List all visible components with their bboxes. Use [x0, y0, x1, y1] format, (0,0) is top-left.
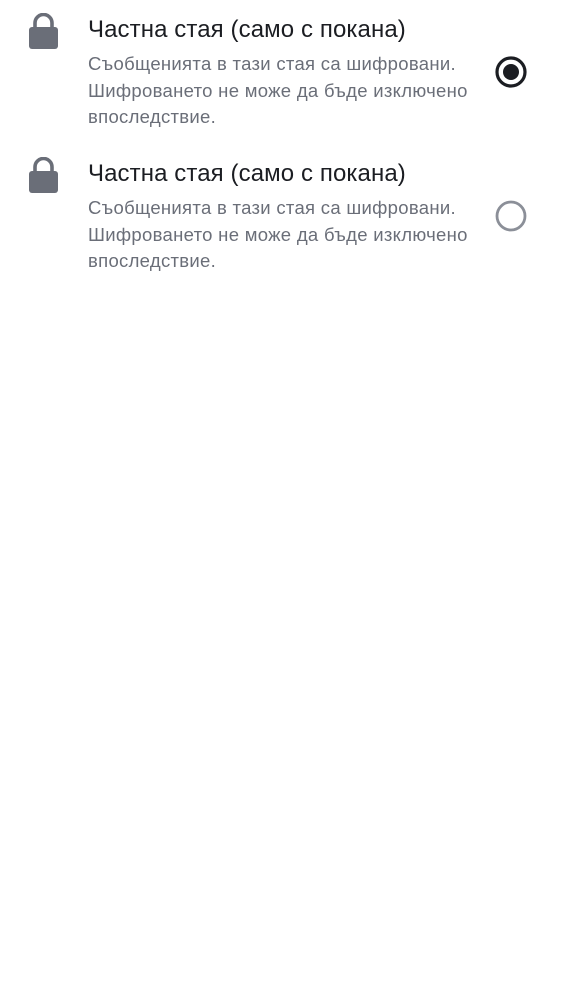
lock-icon	[29, 13, 58, 49]
room-option-description: Съобщенията в тази стая са шифровани. Ши…	[88, 53, 468, 127]
radio-button-selected[interactable]	[494, 55, 528, 89]
radio-button-unselected[interactable]	[494, 199, 528, 233]
radio-selected-icon	[495, 56, 527, 88]
room-option-title: Частна стая (само с покана)	[88, 160, 406, 187]
lock-icon	[29, 157, 58, 193]
room-option-private-invite-only[interactable]: Частна стая (само с покана) Съобщенията …	[0, 0, 562, 136]
radio-unselected-icon	[495, 200, 527, 232]
room-option-private-invite-only-2[interactable]: Частна стая (само с покана) Съобщенията …	[0, 144, 562, 280]
room-option-description: Съобщенията в тази стая са шифровани. Ши…	[88, 197, 468, 271]
room-option-title: Частна стая (само с покана)	[88, 16, 406, 43]
room-type-options-list: Частна стая (само с покана) Съобщенията …	[0, 0, 562, 1000]
